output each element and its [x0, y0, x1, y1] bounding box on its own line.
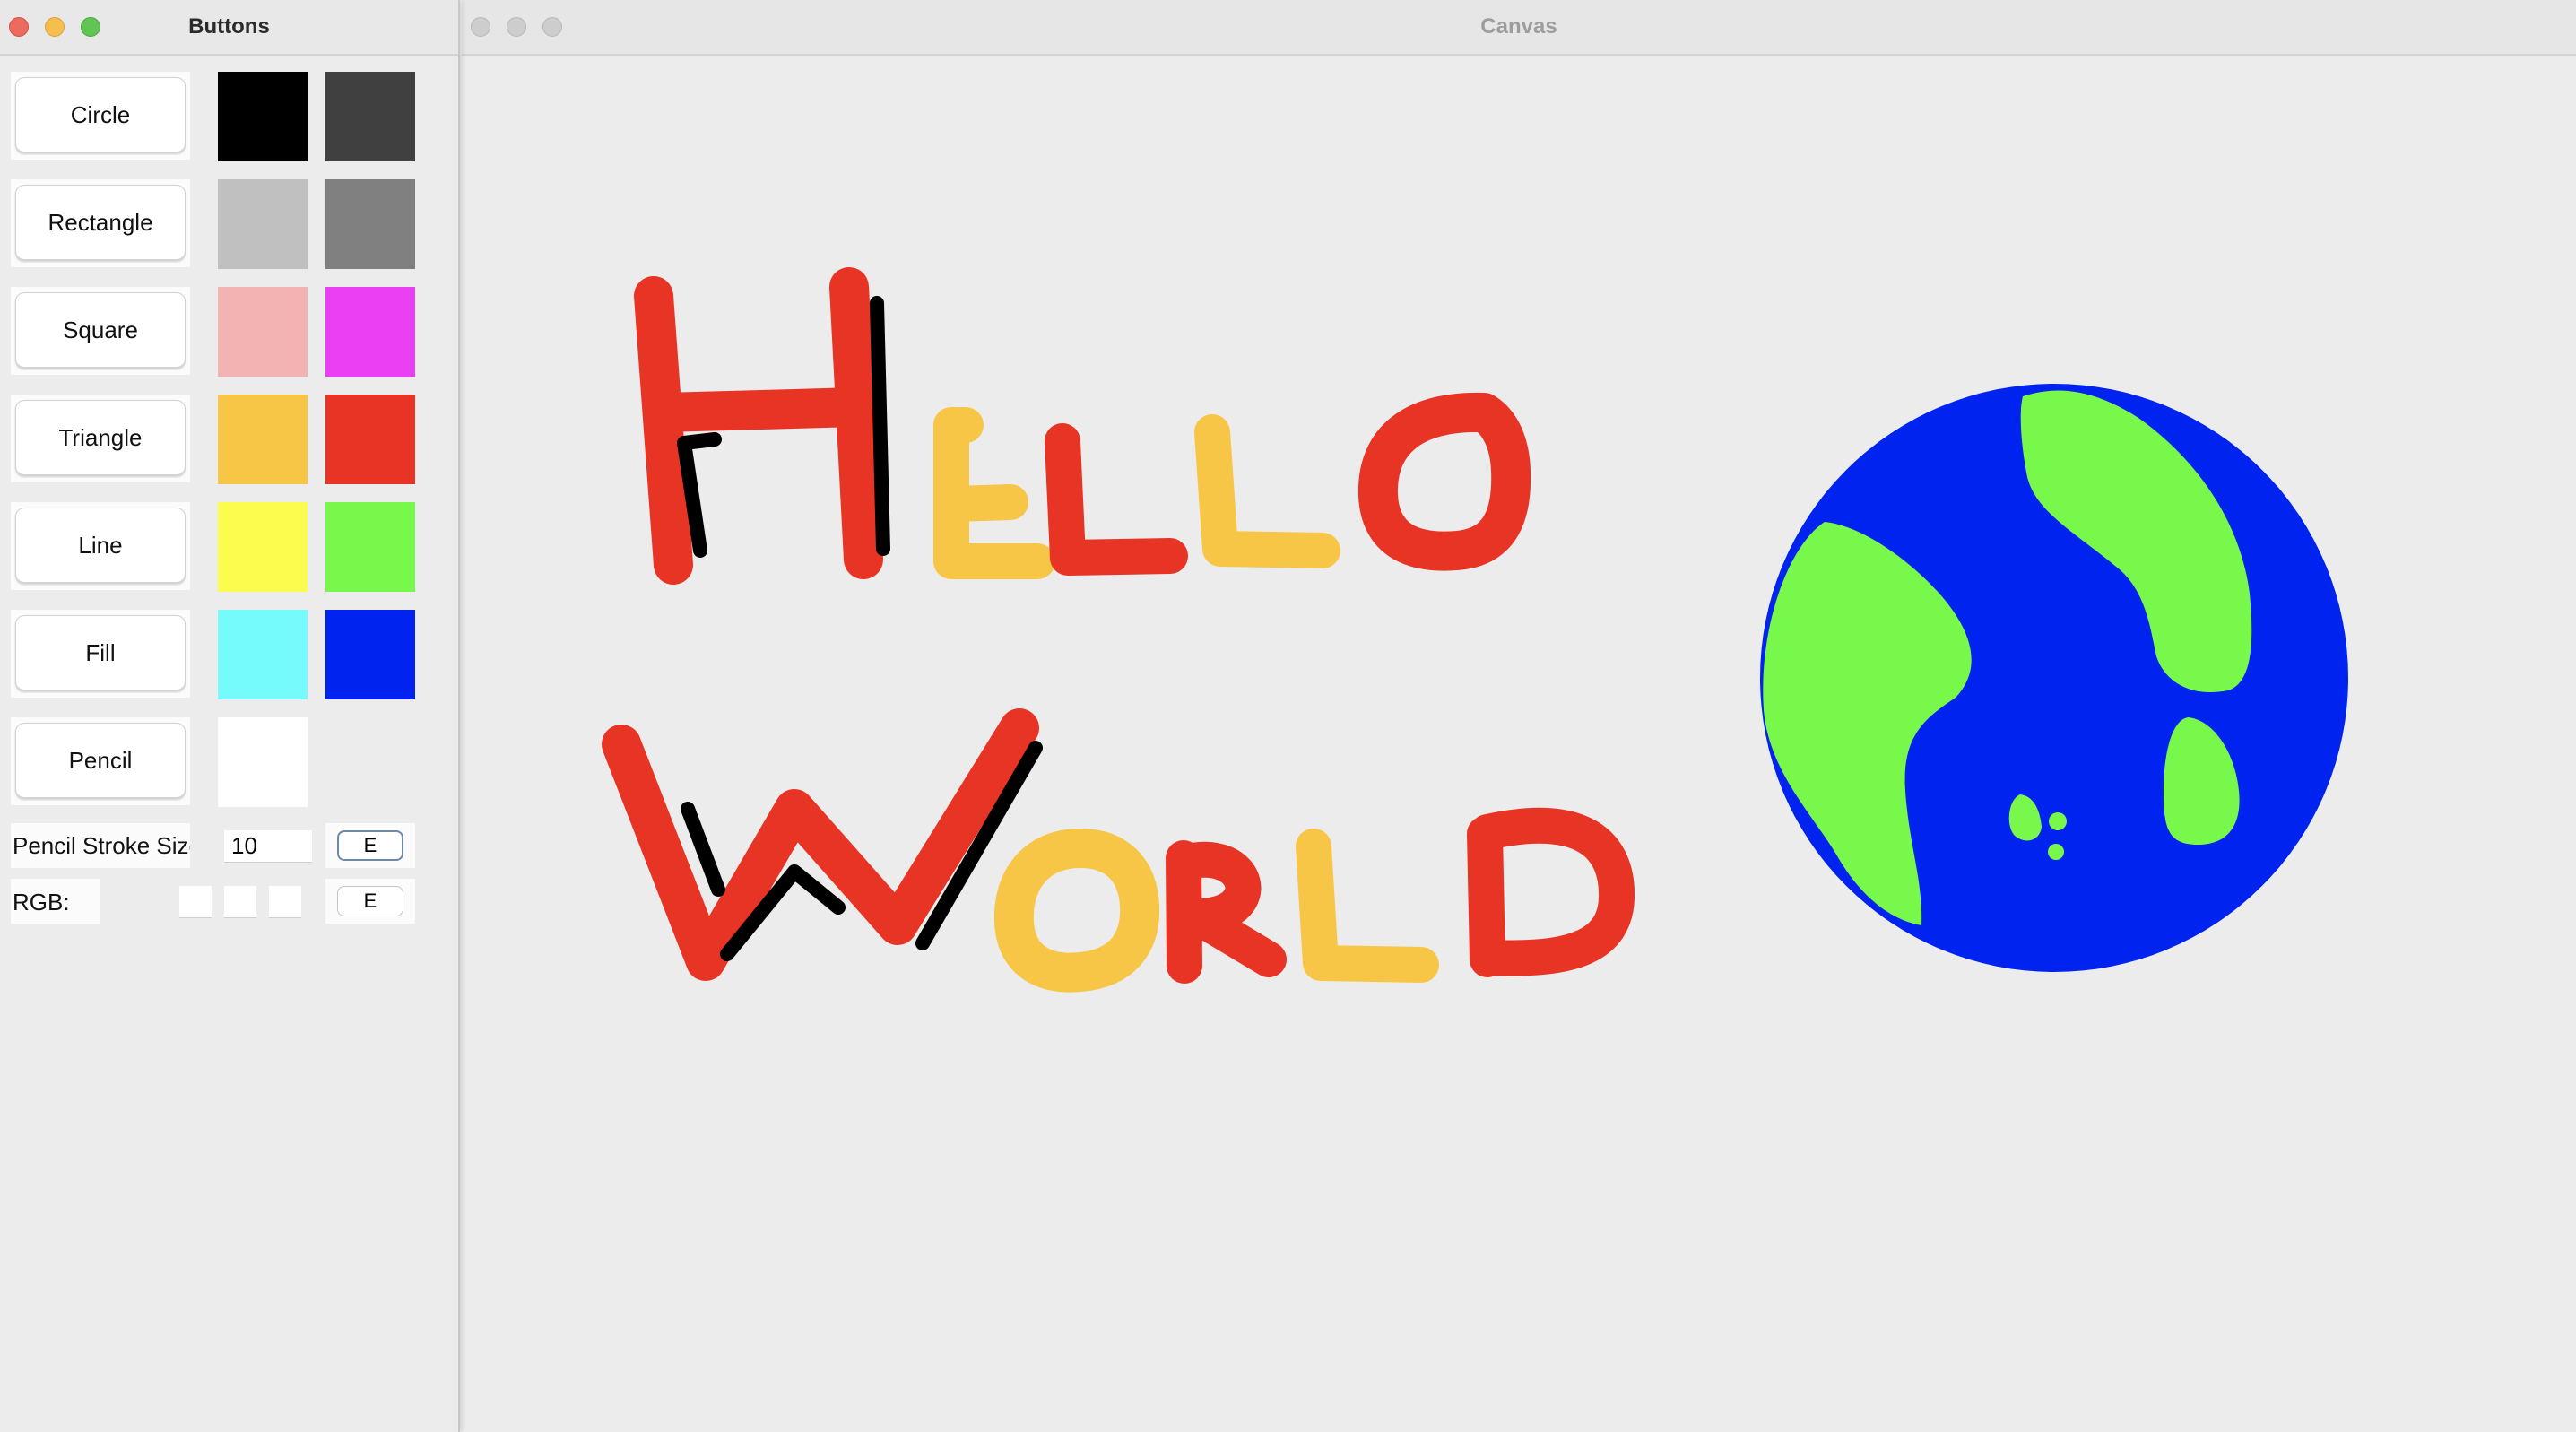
stroke-w — [602, 708, 1039, 981]
color-swatch-green[interactable] — [325, 502, 415, 592]
stroke-l-2 — [1194, 414, 1340, 568]
rectangle-cell: Rectangle — [11, 179, 190, 267]
islet-1 — [2049, 812, 2067, 830]
close-icon[interactable] — [9, 17, 29, 37]
rectangle-button[interactable]: Rectangle — [15, 185, 186, 260]
rgb-red-input[interactable] — [179, 886, 212, 918]
color-swatch-light-gray[interactable] — [218, 179, 308, 269]
rgb-label: RGB: — [13, 889, 70, 916]
color-swatch-black[interactable] — [218, 72, 308, 161]
rgb-apply-button[interactable]: E — [337, 886, 403, 916]
zoom-icon[interactable] — [542, 17, 562, 37]
color-swatch-cyan[interactable] — [218, 610, 308, 699]
square-cell: Square — [11, 287, 190, 375]
color-swatch-pink[interactable] — [218, 287, 308, 377]
canvas-window: Canvas — [462, 0, 2576, 1432]
minimize-icon[interactable] — [507, 17, 526, 37]
stroke-o-1 — [1357, 392, 1531, 571]
stroke-apply-cell: E — [325, 823, 415, 868]
buttons-window: Buttons Circle Rectangle Square Triangle… — [0, 0, 460, 1432]
stroke-apply-button[interactable]: E — [337, 830, 403, 861]
circle-cell: Circle — [11, 72, 190, 160]
islet-2 — [2048, 844, 2064, 860]
canvas-titlebar[interactable]: Canvas — [462, 0, 2576, 56]
color-swatch-dark-gray[interactable] — [325, 72, 415, 161]
rgb-label-cell: RGB: — [11, 879, 100, 924]
color-swatch-gray[interactable] — [325, 179, 415, 269]
triangle-button[interactable]: Triangle — [15, 400, 186, 475]
pencil-stroke-label: Pencil Stroke Size: — [13, 832, 190, 859]
close-icon[interactable] — [471, 17, 490, 37]
buttons-titlebar[interactable]: Buttons — [0, 0, 458, 56]
color-swatch-magenta[interactable] — [325, 287, 415, 377]
window-title: Buttons — [188, 14, 270, 39]
stroke-e — [933, 407, 1055, 579]
drawing-canvas[interactable] — [462, 56, 2576, 1432]
rgb-apply-cell: E — [325, 879, 415, 924]
stroke-r — [1166, 840, 1287, 984]
stroke-d — [1467, 807, 1635, 977]
world-drawing — [602, 708, 1635, 993]
pencil-cell: Pencil — [11, 717, 190, 805]
rgb-green-input[interactable] — [224, 886, 256, 918]
line-button[interactable]: Line — [15, 508, 186, 583]
stroke-h-bar — [645, 387, 876, 432]
window-title: Canvas — [1480, 14, 1557, 39]
pencil-button[interactable]: Pencil — [15, 723, 186, 798]
stroke-label-cell: Pencil Stroke Size: — [11, 823, 190, 868]
stroke-l-3 — [1296, 829, 1439, 983]
zoom-icon[interactable] — [81, 17, 100, 37]
hello-drawing — [634, 267, 1531, 585]
color-swatch-blue[interactable] — [325, 610, 415, 699]
color-swatch-red[interactable] — [325, 395, 415, 484]
line-cell: Line — [11, 502, 190, 590]
pencil-stroke-input[interactable] — [224, 830, 312, 863]
circle-button[interactable]: Circle — [15, 77, 186, 152]
earth-drawing — [1760, 384, 2348, 972]
minimize-icon[interactable] — [45, 17, 65, 37]
rgb-blue-input[interactable] — [269, 886, 301, 918]
fill-button[interactable]: Fill — [15, 615, 186, 690]
window-controls — [9, 17, 100, 37]
stroke-o-2 — [993, 829, 1160, 993]
stroke-l-1 — [1045, 423, 1188, 576]
fill-cell: Fill — [11, 610, 190, 698]
color-swatch-orange[interactable] — [218, 395, 308, 484]
color-swatch-white[interactable] — [218, 717, 308, 807]
rgb-row: RGB: E — [11, 879, 415, 924]
pencil-stroke-row: Pencil Stroke Size: E — [11, 823, 415, 868]
window-controls — [471, 17, 562, 37]
color-swatch-yellow[interactable] — [218, 502, 308, 592]
square-button[interactable]: Square — [15, 292, 186, 368]
triangle-cell: Triangle — [11, 395, 190, 482]
stroke-h-shadow-right — [870, 296, 890, 556]
